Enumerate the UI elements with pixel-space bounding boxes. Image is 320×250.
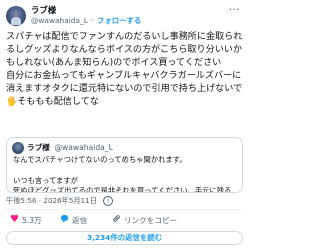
quoted-post[interactable]: ラブ様 @wawahaida_L なんでスパチャつけてないのってめちゃ聞かれます… [6,137,243,193]
follow-button[interactable]: フォローする [97,16,141,25]
reply-icon [60,214,69,226]
quoted-author-name: ラブ様 [27,143,50,152]
copy-link-label: リンクをコピー [124,215,178,225]
meta-separator: · [91,16,94,25]
action-bar: ♥ 5.3万 返信 リンクをコピー [6,213,243,227]
reply-label: 返信 [72,215,88,225]
post-timestamp: 午後5:56 · 2026年5月11日 i [6,196,114,206]
read-replies-button[interactable]: 3,234件の返信を読む [6,231,243,245]
quoted-post-text: なんでスパチャつけてないのってめちゃ聞かれます。 いつも言ってますが 死ぬほどグ… [13,155,232,193]
post-text: スパチャは配信でファンすんのだるいし事務所に金取られるしグッズよりなんならボイス… [6,32,243,107]
divider [6,209,243,210]
timestamp-text[interactable]: 午後5:56 · 2026年5月11日 [6,196,97,205]
quoted-author: ラブ様 @wawahaida_L [27,142,113,153]
quoted-author-avatar [12,142,24,154]
author-handle[interactable]: @wawahaida_L [31,16,88,25]
copy-link-button[interactable]: リンクをコピー [112,213,177,227]
like-count: 5.3万 [21,215,42,225]
reply-button[interactable]: 返信 [60,213,87,227]
more-options-icon[interactable]: ··· [226,4,242,17]
heart-icon: ♥ [10,214,19,225]
author-meta: @wawahaida_L · フォローする [31,15,141,26]
author-avatar[interactable] [6,6,26,26]
like-button[interactable]: ♥ 5.3万 [10,213,42,227]
quoted-author-handle: @wawahaida_L [54,143,113,152]
info-icon[interactable]: i [103,196,114,206]
link-icon [112,214,121,226]
